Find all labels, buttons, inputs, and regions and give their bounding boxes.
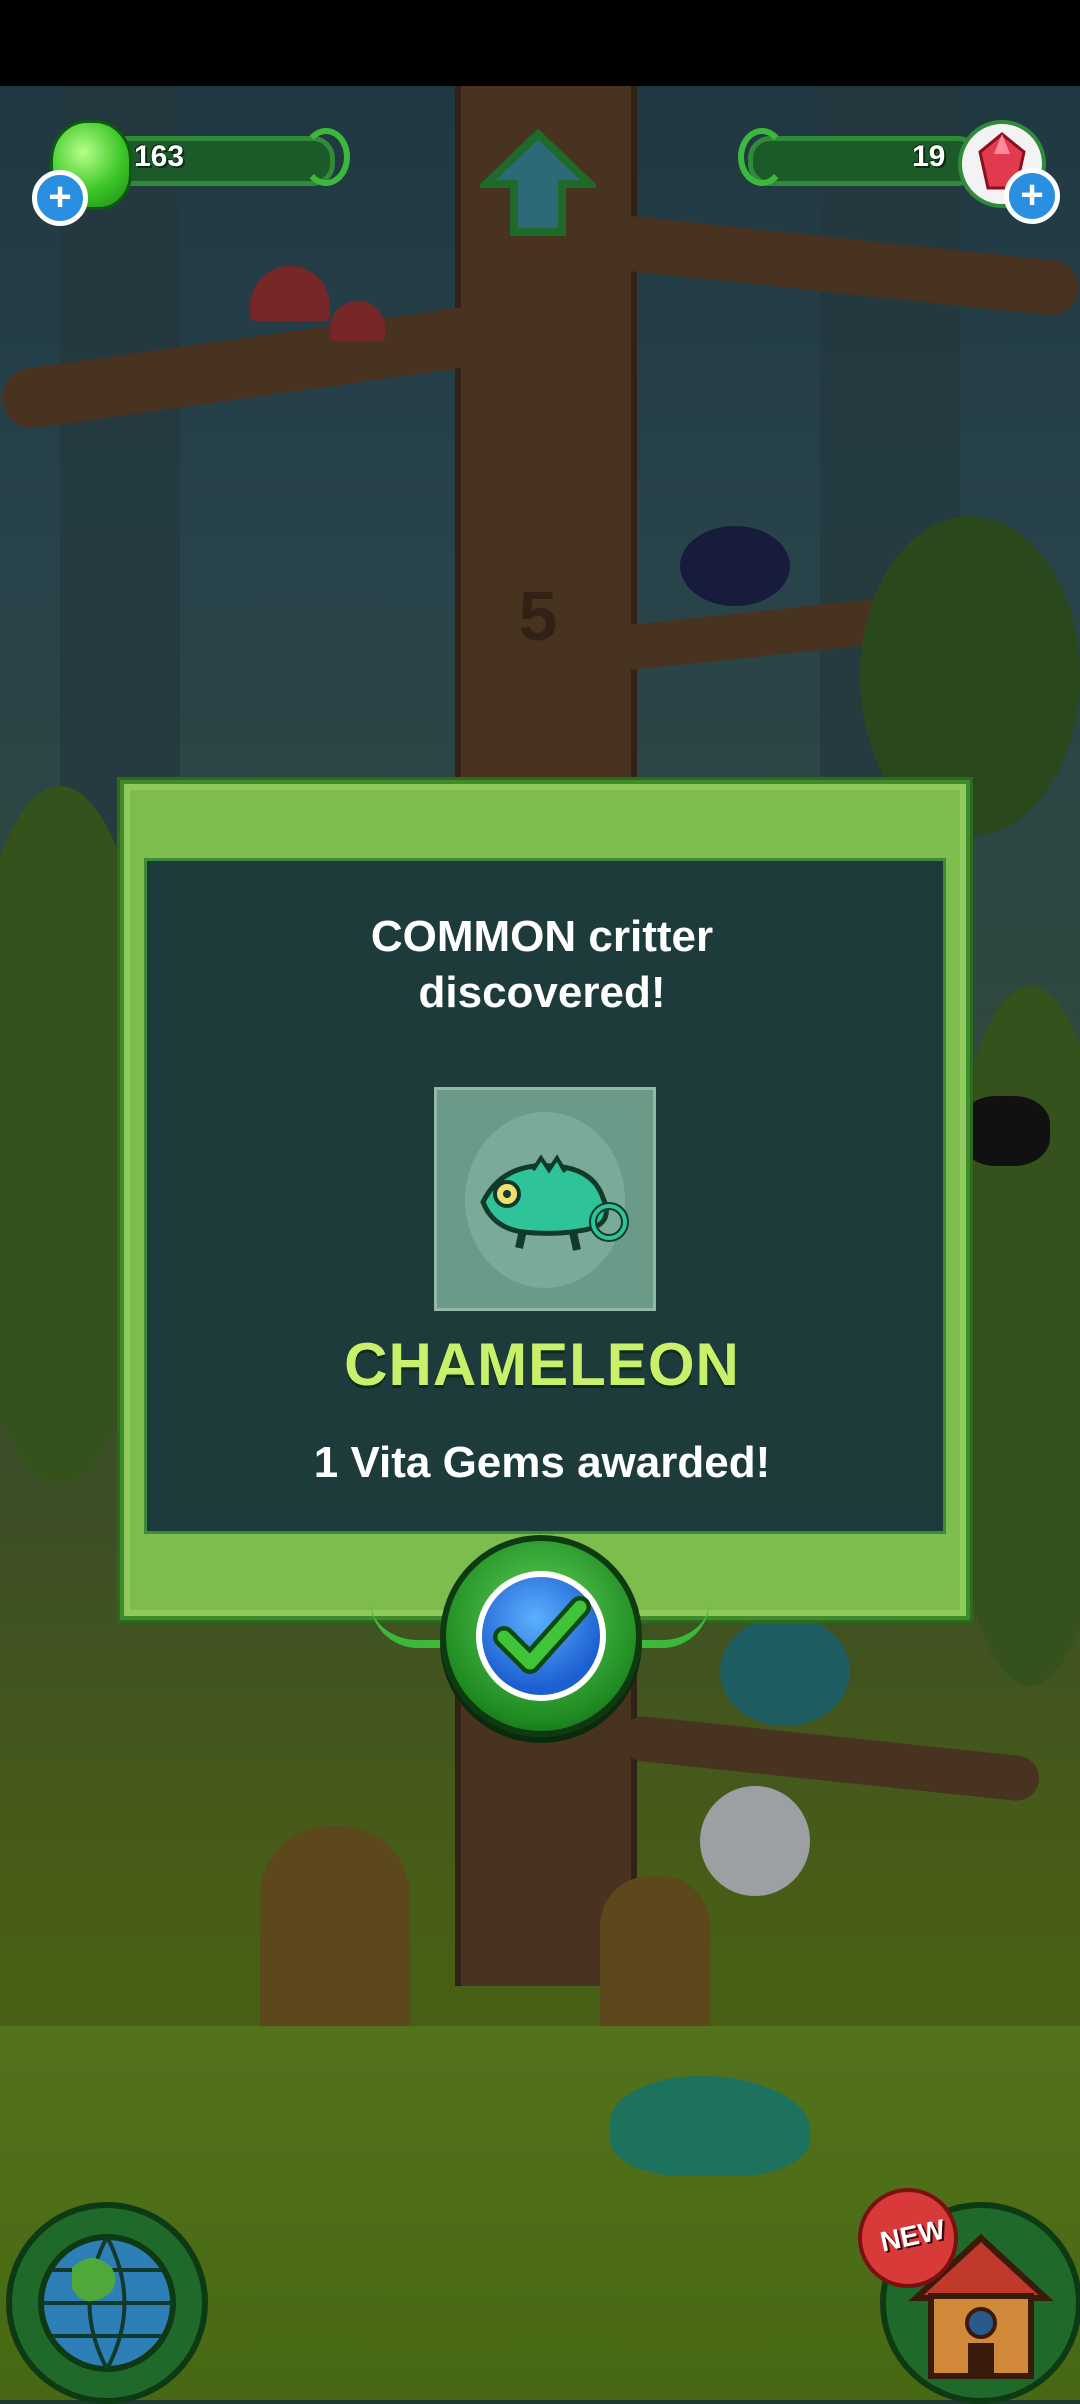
add-gem-button[interactable]: + (1004, 168, 1060, 224)
critter-portrait (434, 1087, 656, 1311)
home-arrow-icon[interactable] (476, 128, 600, 238)
add-goo-button[interactable]: + (32, 170, 88, 226)
reward-text: 1 Vita Gems awarded! (313, 1438, 771, 1487)
goo-vine-icon (302, 128, 350, 186)
world-map-button[interactable] (6, 2202, 208, 2404)
chameleon-icon (480, 1154, 629, 1251)
confirm-button[interactable] (440, 1535, 642, 1737)
home-arrow-shape (476, 128, 600, 236)
discovery-title-line2: discovered! (418, 968, 666, 1017)
critter-name: CHAMELEON (344, 1331, 740, 1398)
gem-count: 19 (912, 140, 946, 173)
status-bar (0, 0, 1080, 86)
gem-vine-icon (738, 128, 786, 186)
confirm-inner (476, 1571, 606, 1701)
discovery-title-line1: COMMON critter (370, 912, 714, 961)
goo-count: 163 (134, 140, 185, 173)
check-icon (493, 1596, 591, 1674)
globe-icon (38, 2234, 176, 2372)
